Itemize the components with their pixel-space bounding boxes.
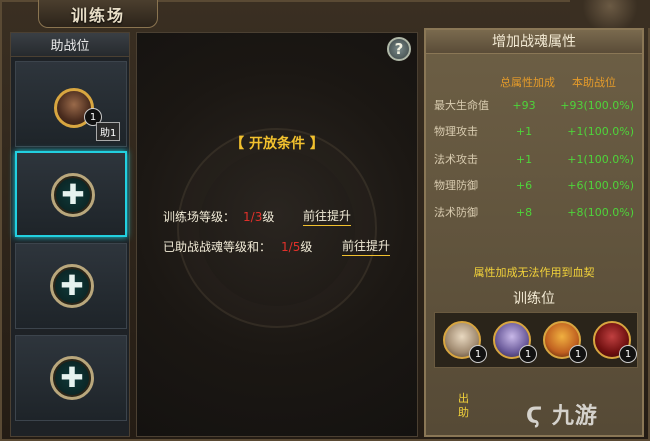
add-hero-icon[interactable]: ✚ (50, 356, 94, 400)
condition-max: 5 (292, 239, 301, 254)
attr-row: 法术攻击 +1 +1(100.0%) (434, 148, 638, 170)
bottom-partial-text: 出 助 (458, 392, 469, 420)
conditions-title: 【 开放条件 】 (230, 136, 324, 152)
blood-contract-note: 属性加成无法作用到血契 (473, 266, 595, 279)
attr-name: 最大生命值 (434, 99, 489, 112)
attr-own: +6(100.0%) (567, 178, 634, 192)
condition-unit: 级 (300, 240, 313, 254)
top-ornament (570, 0, 650, 28)
assist-slots-panel: 助战位 1 助1 ✚ ✚ ✚ (10, 32, 130, 437)
condition-current: 1 (243, 209, 251, 224)
condition-max: 3 (254, 209, 263, 224)
bottom-text-line: 出 (458, 392, 469, 405)
assist-slot-1[interactable]: 1 助1 (15, 61, 127, 147)
assist-tag: 助1 (96, 122, 121, 141)
training-hero-badge: 1 (469, 345, 487, 363)
attr-row: 最大生命值 +93 +93(100.0%) (434, 94, 638, 116)
column-header-own: 本助战位 (572, 76, 616, 89)
unlock-conditions-panel: ? 【 开放条件 】 训练场等级： 1/3 级 前往提升 已助战战魂等级和： 1/… (136, 32, 418, 437)
help-button[interactable]: ? (387, 37, 411, 61)
attr-name: 法术防御 (434, 206, 478, 219)
attr-own: +8(100.0%) (567, 205, 634, 219)
watermark-logo: Ϛ 九游 (526, 398, 598, 430)
bottom-text-line: 助 (458, 406, 469, 419)
attr-total: +93 (512, 98, 536, 112)
attr-total: +1 (515, 152, 533, 166)
watermark-text: 九游 (551, 404, 598, 429)
attr-row: 法术防御 +8 +8(100.0%) (434, 201, 638, 223)
upgrade-link-1[interactable]: 前往提升 (303, 207, 352, 226)
column-header-total: 总属性加成 (500, 76, 555, 89)
assist-slot-4[interactable]: ✚ (15, 335, 127, 421)
condition-label: 训练场等级： (163, 210, 236, 224)
attribute-panel: 增加战魂属性 总属性加成 本助战位 最大生命值 +93 +93(100.0%) … (424, 28, 644, 437)
attr-name: 物理攻击 (434, 125, 478, 138)
attr-row: 物理防御 +6 +6(100.0%) (434, 174, 638, 196)
attr-total: +6 (515, 178, 533, 192)
training-hero-badge: 1 (569, 345, 587, 363)
rune-circle-decoration (177, 128, 377, 328)
attr-own: +1(100.0%) (567, 124, 634, 138)
window-title: 训练场 (38, 0, 158, 28)
attr-own: +1(100.0%) (567, 152, 634, 166)
attribute-panel-title: 增加战魂属性 (426, 30, 642, 54)
attr-name: 物理防御 (434, 179, 478, 192)
add-hero-icon[interactable]: ✚ (51, 173, 95, 217)
condition-unit: 级 (262, 210, 275, 224)
assist-slot-2[interactable]: ✚ (15, 151, 127, 237)
condition-label: 已助战战魂等级和： (163, 240, 272, 254)
training-hero-badge: 1 (619, 345, 637, 363)
attr-own: +93(100.0%) (560, 98, 634, 112)
training-hero-badge: 1 (519, 345, 537, 363)
add-hero-icon[interactable]: ✚ (50, 264, 94, 308)
attr-row: 物理攻击 +1 +1(100.0%) (434, 120, 638, 142)
condition-row-1: 训练场等级： 1/3 级 (163, 208, 274, 225)
assist-slot-3[interactable]: ✚ (15, 243, 127, 329)
upgrade-link-2[interactable]: 前往提升 (342, 237, 391, 256)
training-slots-box: 1 1 1 1 (434, 312, 638, 368)
condition-current: 1 (281, 239, 289, 254)
watermark-icon: Ϛ (526, 404, 544, 429)
attr-total: +1 (515, 124, 533, 138)
assist-header: 助战位 (11, 33, 129, 57)
attr-total: +8 (515, 205, 533, 219)
condition-row-2: 已助战战魂等级和： 1/5 级 (163, 238, 312, 255)
attr-name: 法术攻击 (434, 153, 478, 166)
training-slots-title: 训练位 (513, 291, 555, 307)
